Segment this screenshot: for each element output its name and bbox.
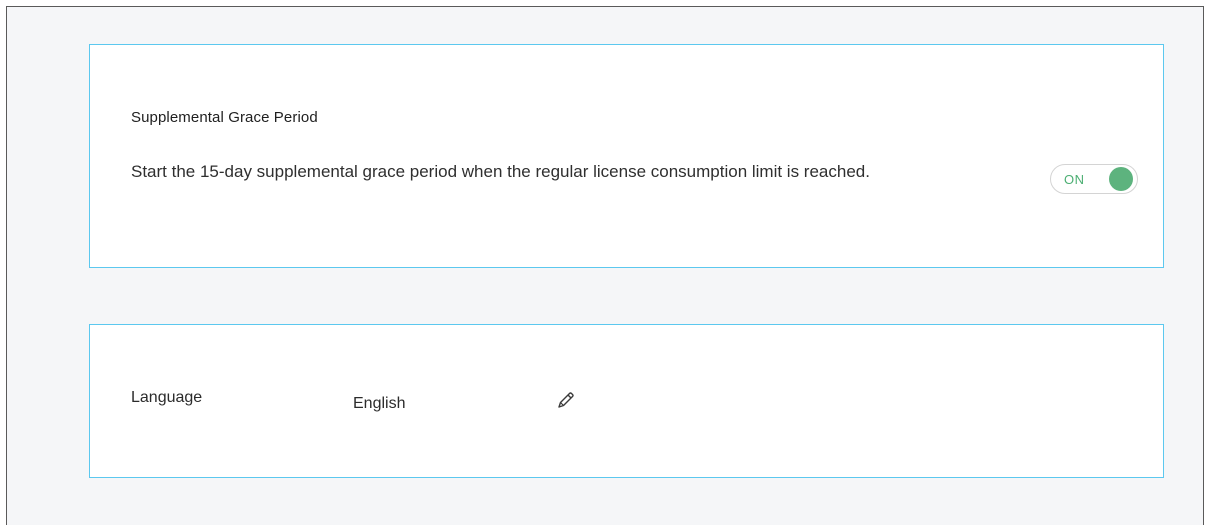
settings-panel: Supplemental Grace Period Start the 15-d…	[6, 6, 1204, 525]
pencil-icon[interactable]	[555, 389, 577, 411]
grace-period-card: Supplemental Grace Period Start the 15-d…	[89, 44, 1164, 268]
language-label: Language	[131, 389, 203, 406]
toggle-state-label: ON	[1064, 172, 1085, 187]
language-card: Language English	[89, 324, 1164, 478]
grace-period-toggle[interactable]: ON	[1050, 164, 1138, 194]
toggle-knob	[1109, 167, 1133, 191]
grace-period-description: Start the 15-day supplemental grace peri…	[131, 162, 870, 181]
grace-period-title: Supplemental Grace Period	[131, 109, 318, 126]
language-value: English	[353, 395, 406, 412]
